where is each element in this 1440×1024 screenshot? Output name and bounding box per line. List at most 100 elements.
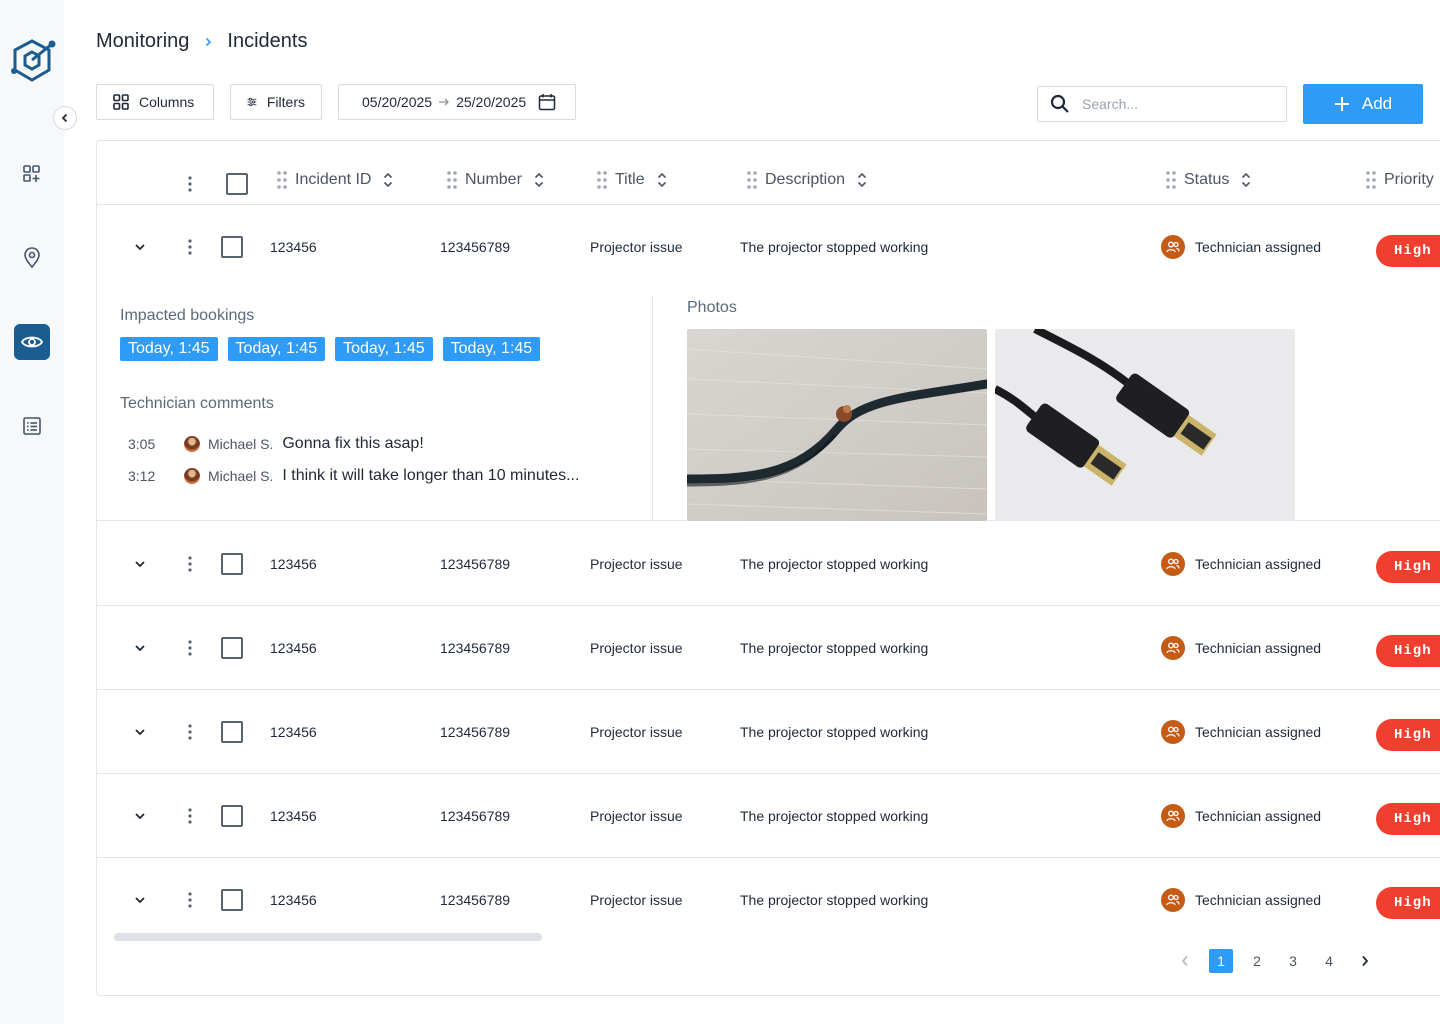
row-checkbox[interactable] (221, 721, 243, 743)
add-button[interactable]: Add (1303, 84, 1423, 124)
cell-title: Projector issue (590, 808, 683, 824)
sort-icon[interactable] (657, 172, 667, 188)
columns-grid-icon (113, 94, 129, 110)
row-menu-button[interactable] (188, 606, 192, 690)
cell-title: Projector issue (590, 640, 683, 656)
column-header-priority[interactable]: Priority (1366, 171, 1434, 189)
sort-icon[interactable] (1241, 172, 1251, 188)
cell-number: 123456789 (440, 640, 511, 656)
page-button[interactable]: 3 (1281, 949, 1305, 973)
drag-handle-icon[interactable] (1366, 171, 1376, 189)
horizontal-scrollbar[interactable] (114, 933, 542, 941)
more-vertical-icon (188, 808, 192, 824)
nav-list[interactable] (14, 408, 50, 444)
panel-divider (652, 297, 653, 521)
cell-description: The projector stopped working (740, 556, 929, 572)
comment-text: Gonna fix this asap! (282, 435, 424, 452)
column-header-status[interactable]: Status (1166, 171, 1251, 189)
table-row[interactable]: 123456 123456789 Projector issue The pro… (97, 606, 1440, 690)
row-checkbox[interactable] (221, 637, 243, 659)
page-button[interactable]: 2 (1245, 949, 1269, 973)
row-menu-button[interactable] (188, 522, 192, 606)
table-row[interactable]: 123456 123456789 Projector issue The pro… (97, 522, 1440, 606)
table-row[interactable]: 123456 123456789 Projector issue The pro… (97, 774, 1440, 858)
eye-icon (21, 336, 43, 348)
row-menu-button[interactable] (188, 858, 192, 942)
expand-row-button[interactable] (134, 606, 146, 690)
page-title: Incidents (227, 30, 308, 52)
photo-hdmi-cables[interactable] (995, 329, 1295, 521)
main-content: Monitoring Incidents Columns Filters 05/… (64, 0, 1440, 1024)
nav-dashboard[interactable] (14, 156, 50, 192)
cell-number: 123456789 (440, 808, 511, 824)
date-range-picker[interactable]: 05/20/2025 25/20/2025 (338, 84, 576, 120)
row-menu-button[interactable] (188, 774, 192, 858)
column-header-number[interactable]: Number (447, 171, 544, 189)
expand-row-button[interactable] (134, 522, 146, 606)
column-label: Description (765, 171, 846, 188)
booking-chip[interactable]: Today, 1:45 (227, 337, 326, 361)
booking-chip[interactable]: Today, 1:45 (442, 337, 541, 361)
column-header-title[interactable]: Title (597, 171, 667, 189)
next-page-button[interactable] (1353, 949, 1377, 973)
nav-monitoring[interactable] (14, 324, 50, 360)
date-from: 05/20/2025 (362, 94, 433, 110)
nav-locations[interactable] (14, 240, 50, 276)
row-checkbox[interactable] (221, 889, 243, 911)
drag-handle-icon[interactable] (747, 171, 757, 189)
drag-handle-icon[interactable] (277, 171, 287, 189)
columns-button[interactable]: Columns (96, 84, 214, 120)
avatar (184, 468, 200, 484)
table-row[interactable]: 123456 123456789 Projector issue The pro… (97, 690, 1440, 774)
expand-row-button[interactable] (134, 205, 146, 289)
drag-handle-icon[interactable] (1166, 171, 1176, 189)
table-row[interactable]: 123456 123456789 Projector issue The pro… (97, 858, 1440, 942)
cell-status: Technician assigned (1161, 774, 1321, 858)
dashboard-icon (23, 165, 40, 182)
row-menu-button[interactable] (188, 205, 192, 289)
row-checkbox[interactable] (221, 553, 243, 575)
breadcrumb-parent[interactable]: Monitoring (96, 30, 189, 53)
drag-handle-icon[interactable] (447, 171, 457, 189)
cell-status: Technician assigned (1161, 522, 1321, 606)
sidebar-collapse-button[interactable] (53, 106, 77, 130)
select-all-checkbox[interactable] (226, 173, 248, 195)
column-header-incident-id[interactable]: Incident ID (277, 171, 393, 189)
plus-icon (1334, 97, 1349, 111)
filters-button[interactable]: Filters (230, 84, 322, 120)
search-icon (1050, 94, 1069, 113)
prev-page-button[interactable] (1173, 949, 1197, 973)
technician-comments-label: Technician comments (120, 395, 274, 412)
booking-chip[interactable]: Today, 1:45 (120, 337, 218, 361)
technician-icon (1161, 888, 1185, 912)
page-button[interactable]: 1 (1209, 949, 1233, 973)
chevron-down-icon (135, 813, 145, 820)
header-menu-button[interactable] (188, 176, 192, 197)
search-box[interactable] (1037, 86, 1287, 122)
photo-damaged-cable[interactable] (687, 329, 987, 521)
sort-icon[interactable] (534, 172, 544, 188)
row-checkbox[interactable] (221, 236, 243, 258)
status-label: Technician assigned (1195, 556, 1322, 572)
table-row[interactable]: 123456 123456789 Projector issue The pro… (97, 205, 1440, 289)
status-label: Technician assigned (1195, 808, 1322, 824)
row-checkbox[interactable] (221, 805, 243, 827)
column-header-description[interactable]: Description (747, 171, 867, 189)
booking-chip[interactable]: Today, 1:45 (335, 337, 433, 361)
cell-title: Projector issue (590, 556, 683, 572)
row-menu-button[interactable] (188, 690, 192, 774)
cell-number: 123456789 (440, 724, 511, 740)
drag-handle-icon[interactable] (597, 171, 607, 189)
filter-sliders-icon (247, 97, 257, 107)
expand-row-button[interactable] (134, 690, 146, 774)
bookings-chips: Today, 1:45 Today, 1:45 Today, 1:45 Toda… (120, 337, 541, 361)
page-button[interactable]: 4 (1317, 949, 1341, 973)
sort-icon[interactable] (857, 172, 867, 188)
search-input[interactable] (1082, 96, 1262, 112)
comment-time: 3:12 (128, 468, 156, 484)
more-vertical-icon (188, 892, 192, 908)
sidebar (0, 0, 64, 1024)
expand-row-button[interactable] (134, 858, 146, 942)
expand-row-button[interactable] (134, 774, 146, 858)
sort-icon[interactable] (383, 172, 393, 188)
